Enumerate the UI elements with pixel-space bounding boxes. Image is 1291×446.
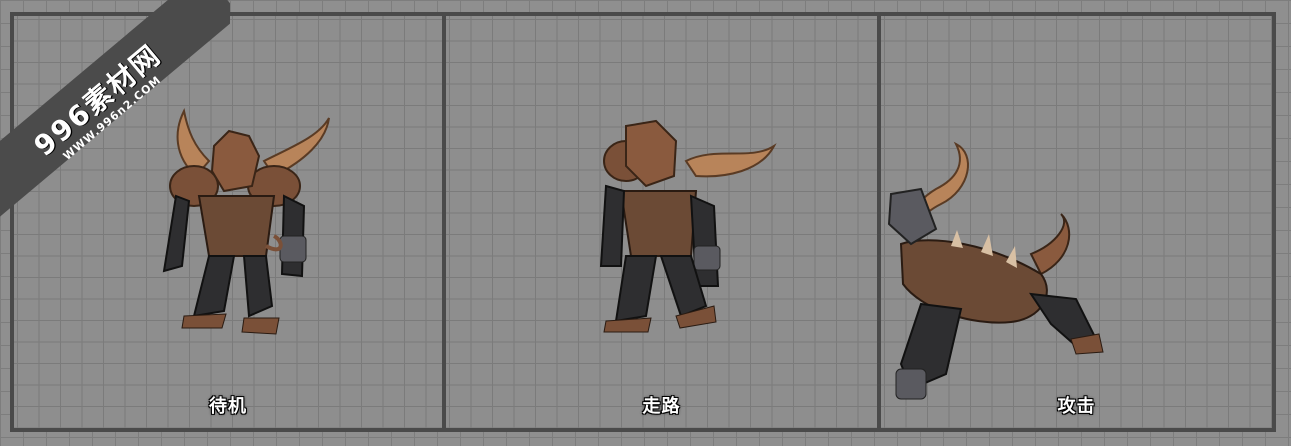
demon-walk-sprite — [599, 119, 777, 333]
panel-walk: 走路 — [442, 12, 881, 432]
label-walk: 走路 — [642, 396, 681, 417]
label-idle: 待机 — [209, 396, 247, 417]
panel-attack: 攻击 — [877, 12, 1276, 432]
label-attack: 攻击 — [1057, 396, 1096, 417]
sprite-sheet: 待机 走路 攻击 996素材网 WWW.996n2.COM — [0, 0, 1291, 446]
demon-attack-sprite — [887, 141, 1104, 400]
panel-idle: 待机 — [10, 12, 446, 432]
demon-idle-sprite — [162, 107, 330, 335]
